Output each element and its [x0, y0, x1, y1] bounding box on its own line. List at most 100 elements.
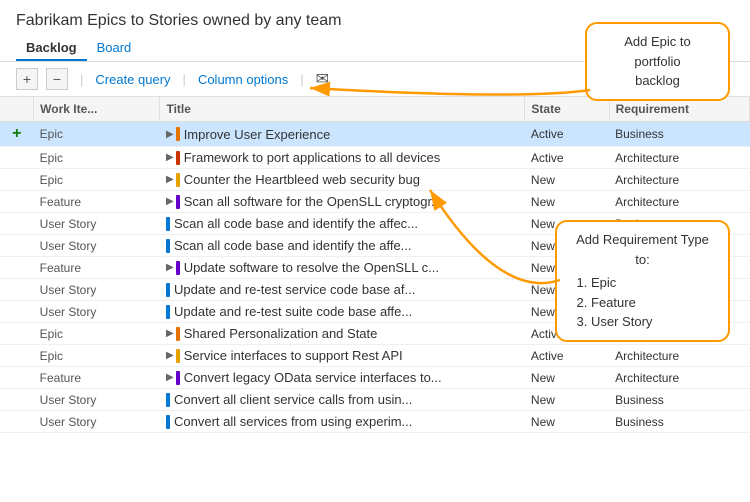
work-item-title[interactable]: Update and re-test suite code base affe.…: [160, 301, 525, 323]
type-color-bar: [166, 305, 170, 319]
type-color-bar: [166, 415, 170, 429]
add-row-button[interactable]: +: [12, 125, 21, 142]
row-add-col: +: [0, 122, 34, 147]
row-add-col: [0, 169, 34, 191]
callout-bottom: Add Requirement Type to: Epic Feature Us…: [555, 220, 730, 342]
table-row[interactable]: Epic ▶ Framework to port applications to a…: [0, 147, 750, 169]
type-color-bar: [176, 151, 180, 165]
table-row[interactable]: Feature ▶ Convert legacy OData service int…: [0, 367, 750, 389]
table-row[interactable]: User Story Convert all services from usin…: [0, 411, 750, 433]
row-add-col: [0, 301, 34, 323]
expand-icon[interactable]: ▶: [166, 129, 174, 140]
row-add-col: [0, 235, 34, 257]
type-color-bar: [166, 217, 170, 231]
type-color-bar: [166, 283, 170, 297]
work-item-title[interactable]: ▶Shared Personalization and State: [160, 323, 525, 345]
work-item-requirement: Architecture: [609, 191, 749, 213]
work-item-requirement: Business: [609, 122, 749, 147]
create-query-link[interactable]: Create query: [95, 72, 170, 87]
work-item-requirement: Architecture: [609, 367, 749, 389]
table-row[interactable]: Epic▶Counter the Heartbleed web security…: [0, 169, 750, 191]
email-icon[interactable]: ✉: [316, 69, 329, 89]
title-text: Framework to port applications to all de…: [184, 150, 441, 165]
table-row[interactable]: + Epic ▶ Improve User Experience ActiveBusin…: [0, 122, 750, 147]
expand-icon[interactable]: ▶: [166, 350, 174, 361]
callout-item-epic: Epic: [591, 273, 714, 293]
expand-icon[interactable]: ▶: [166, 196, 174, 207]
collapse-all-button[interactable]: −: [46, 68, 68, 90]
work-item-requirement: Architecture: [609, 147, 749, 169]
work-item-title[interactable]: ▶ Framework to port applications to all d…: [160, 147, 525, 169]
expand-icon[interactable]: ▶: [166, 372, 174, 383]
work-item-title[interactable]: ▶ Improve User Experience: [160, 122, 525, 147]
table-row[interactable]: User StoryConvert all client service cal…: [0, 389, 750, 411]
separator-3: |: [300, 72, 303, 87]
separator-1: |: [80, 72, 83, 87]
work-item-state: New: [525, 411, 609, 433]
work-item-title[interactable]: ▶Service interfaces to support Rest API: [160, 345, 525, 367]
work-item-title[interactable]: Update and re-test service code base af.…: [160, 279, 525, 301]
work-item-type: Feature: [34, 257, 160, 279]
work-item-type: User Story: [34, 301, 160, 323]
work-item-title[interactable]: ▶ Update software to resolve the OpenSLL …: [160, 257, 525, 279]
work-item-state: New: [525, 389, 609, 411]
type-color-bar: [166, 239, 170, 253]
work-item-state: New: [525, 191, 609, 213]
title-text: Convert all client service calls from us…: [174, 392, 412, 407]
work-item-title[interactable]: Scan all code base and identify the affe…: [160, 235, 525, 257]
work-item-type: User Story: [34, 279, 160, 301]
title-text: Improve User Experience: [184, 127, 331, 142]
work-item-title[interactable]: ▶ Convert legacy OData service interfaces…: [160, 367, 525, 389]
expand-all-button[interactable]: +: [16, 68, 38, 90]
callout-bottom-title: Add Requirement Type to:: [576, 232, 709, 267]
work-item-state: Active: [525, 122, 609, 147]
tab-board[interactable]: Board: [87, 36, 142, 61]
callout-item-feature: Feature: [591, 293, 714, 313]
expand-icon[interactable]: ▶: [166, 152, 174, 163]
work-item-state: New: [525, 367, 609, 389]
callout-top: Add Epic to portfoliobacklog: [585, 22, 730, 101]
expand-icon[interactable]: ▶: [166, 328, 174, 339]
work-item-type: User Story: [34, 235, 160, 257]
type-color-bar: [176, 261, 180, 275]
type-color-bar: [176, 371, 180, 385]
callout-item-userstory: User Story: [591, 312, 714, 332]
row-add-col: [0, 279, 34, 301]
work-item-type: Epic: [34, 169, 160, 191]
work-item-title[interactable]: Convert all services from using experim.…: [160, 411, 525, 433]
title-text: Convert legacy OData service interfaces …: [184, 370, 442, 385]
type-color-bar: [176, 127, 180, 141]
work-item-type: User Story: [34, 411, 160, 433]
row-add-col: [0, 213, 34, 235]
work-item-type: Epic: [34, 122, 160, 147]
work-item-requirement: Business: [609, 411, 749, 433]
tab-backlog[interactable]: Backlog: [16, 36, 87, 61]
title-text: Convert all services from using experim.…: [174, 414, 412, 429]
table-row[interactable]: Epic▶Service interfaces to support Rest …: [0, 345, 750, 367]
title-text: Scan all code base and identify the affe…: [174, 238, 412, 253]
separator-2: |: [183, 72, 186, 87]
work-item-type: Feature: [34, 191, 160, 213]
work-item-state: New: [525, 169, 609, 191]
work-item-requirement: Architecture: [609, 169, 749, 191]
row-add-col: [0, 411, 34, 433]
work-item-type: User Story: [34, 213, 160, 235]
work-item-title[interactable]: Convert all client service calls from us…: [160, 389, 525, 411]
work-item-type: Feature: [34, 367, 160, 389]
expand-icon[interactable]: ▶: [166, 262, 174, 273]
work-item-title[interactable]: Scan all code base and identify the affe…: [160, 213, 525, 235]
work-item-requirement: Business: [609, 389, 749, 411]
title-text: Scan all software for the OpenSLL crypto…: [184, 194, 442, 209]
work-item-title[interactable]: ▶Counter the Heartbleed web security bug: [160, 169, 525, 191]
work-item-title[interactable]: ▶ Scan all software for the OpenSLL crypt…: [160, 191, 525, 213]
work-item-state: Active: [525, 147, 609, 169]
table-row[interactable]: Feature ▶ Scan all software for the OpenSL…: [0, 191, 750, 213]
row-add-col: [0, 323, 34, 345]
title-text: Update software to resolve the OpenSLL c…: [184, 260, 439, 275]
callout-bottom-list: Epic Feature User Story: [571, 273, 714, 332]
table-header-row: Work Ite... Title State Requirement: [0, 97, 750, 122]
work-item-type: Epic: [34, 147, 160, 169]
row-add-col: [0, 147, 34, 169]
expand-icon[interactable]: ▶: [166, 174, 174, 185]
column-options-link[interactable]: Column options: [198, 72, 288, 87]
